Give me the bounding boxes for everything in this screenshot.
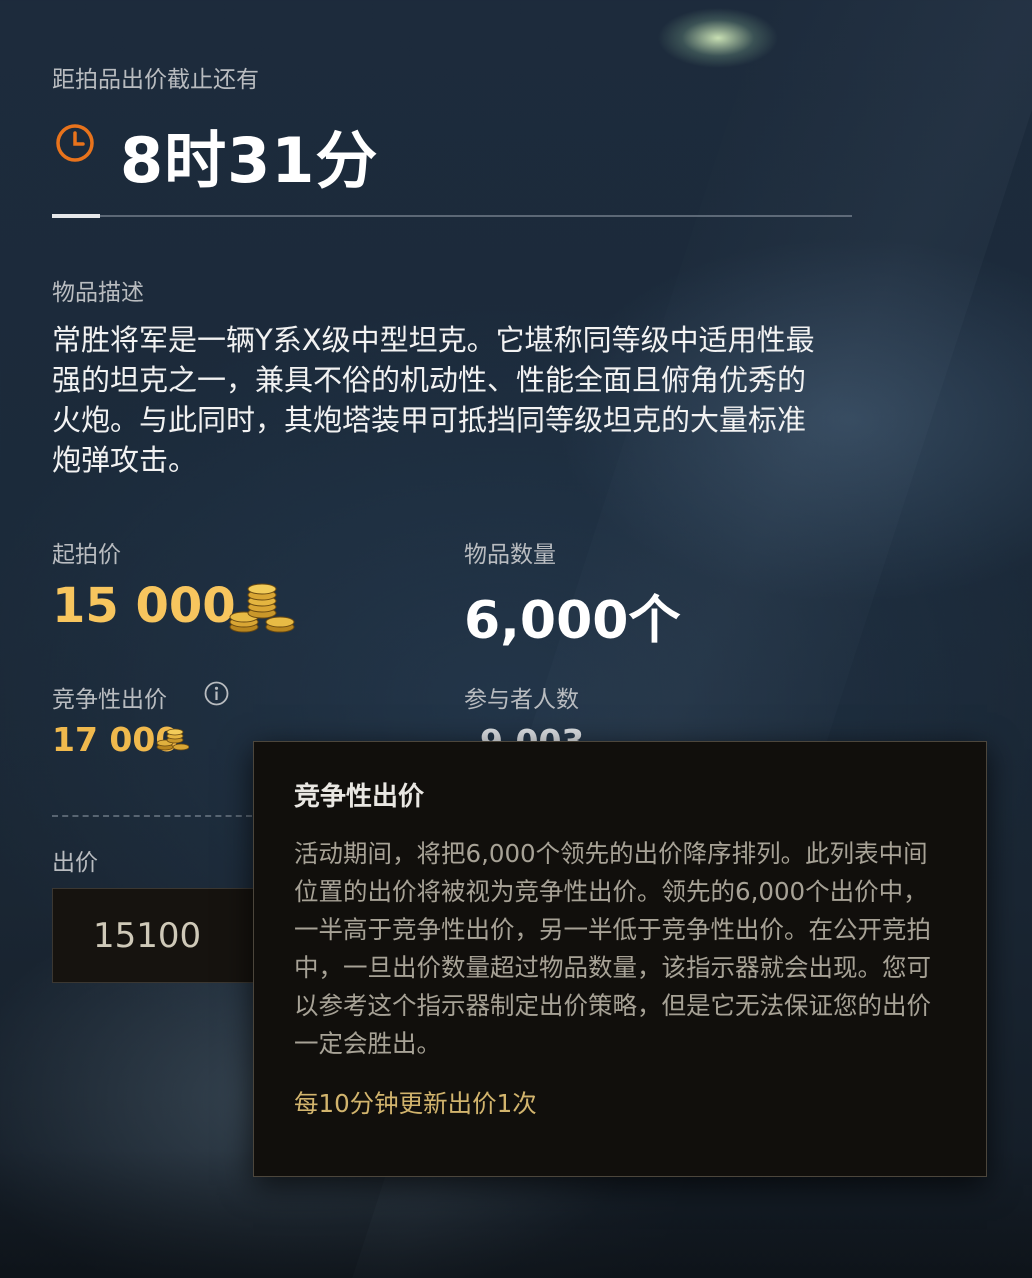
countdown-value: 8时31分 (120, 124, 379, 197)
competitive-bid-label: 竞争性出价 (52, 687, 167, 713)
countdown-progress-fill (52, 214, 100, 218)
countdown-progress-track (52, 215, 852, 217)
competitive-bid-tooltip: 竞争性出价 活动期间，将把6,000个领先的出价降序排列。此列表中间位置的出价将… (253, 741, 987, 1177)
description-label: 物品描述 (52, 280, 144, 306)
countdown-label: 距拍品出价截止还有 (52, 67, 259, 93)
info-icon[interactable] (204, 681, 229, 706)
description-text: 常胜将军是一辆Y系X级中型坦克。它堪称同等级中适用性最强的坦克之一，兼具不俗的机… (52, 323, 815, 477)
quantity-value: 6,000个 (464, 591, 681, 651)
gold-coins-icon (156, 728, 189, 751)
clock-icon (56, 124, 94, 162)
participants-label: 参与者人数 (464, 687, 579, 713)
start-price-value: 15 000 (52, 578, 236, 634)
participants-value: 9,003 (480, 722, 585, 742)
bid-label: 出价 (52, 850, 98, 876)
tooltip-title: 竞争性出价 (294, 782, 425, 812)
tooltip-body: 活动期间，将把6,000个领先的出价降序排列。此列表中间位置的出价将被视为竞争性… (294, 839, 931, 1058)
tooltip-update-note: 每10分钟更新出价1次 (294, 1089, 537, 1118)
start-price-label: 起拍价 (52, 542, 121, 568)
section-divider (52, 815, 252, 817)
gold-coins-icon (229, 583, 295, 633)
quantity-label: 物品数量 (464, 542, 556, 568)
